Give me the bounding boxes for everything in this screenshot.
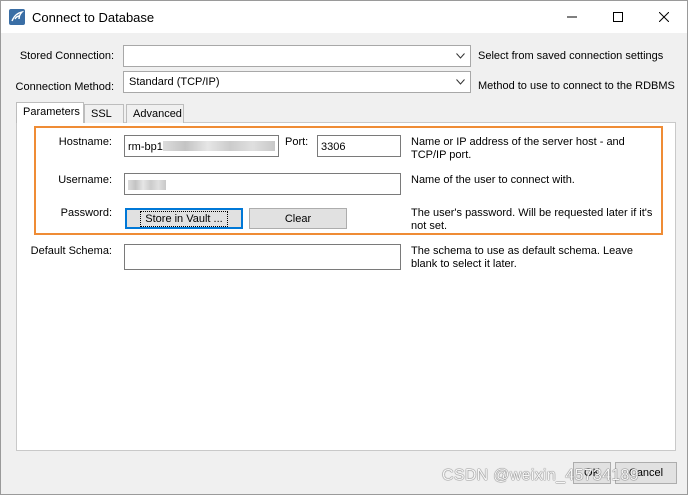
stored-connection-label: Stored Connection: [19,50,114,62]
redacted-text [163,141,275,151]
hostname-input[interactable]: rm-bp1 [124,135,279,157]
username-input[interactable] [124,173,401,195]
stored-connection-description: Select from saved connection settings [478,50,664,62]
title-bar: Connect to Database [1,1,687,33]
password-description: The user's password. Will be requested l… [411,207,653,232]
minimize-button[interactable] [549,1,595,33]
redacted-text [128,180,166,190]
port-label: Port: [285,136,309,148]
tab-advanced[interactable]: Advanced [126,104,184,123]
port-value: 3306 [321,141,346,153]
maximize-button[interactable] [595,1,641,33]
hostname-label: Hostname: [58,136,112,148]
tab-parameters[interactable]: Parameters [16,102,84,123]
default-schema-description: The schema to use as default schema. Lea… [411,245,633,270]
window-title: Connect to Database [32,10,155,25]
username-label: Username: [58,174,112,186]
connection-method-select[interactable]: Standard (TCP/IP) [123,71,471,93]
default-schema-input[interactable] [124,244,401,270]
workbench-dolphin-icon [9,9,25,25]
tab-ssl[interactable]: SSL [84,104,124,123]
minimize-icon [567,16,577,18]
password-label: Password: [60,207,112,219]
maximize-icon [613,12,623,22]
clear-button[interactable]: Clear [249,208,347,229]
connect-dialog: Connect to Database Stored Connection: S… [0,0,688,495]
close-icon [659,12,669,22]
store-in-vault-button[interactable]: Store in Vault ... [125,208,243,229]
chevron-down-icon [456,79,465,85]
watermark-text: CSDN @weixin_45734189 [442,467,639,484]
port-input[interactable]: 3306 [317,135,401,157]
connection-method-label: Connection Method: [15,81,114,93]
close-button[interactable] [641,1,687,33]
connection-method-description: Method to use to connect to the RDBMS [478,80,675,92]
chevron-down-icon [456,53,465,59]
connection-method-value: Standard (TCP/IP) [129,76,220,88]
username-description: Name of the user to connect with. [411,174,575,186]
hostname-value: rm-bp1 [128,141,163,153]
store-in-vault-label: Store in Vault ... [140,210,228,227]
stored-connection-select[interactable] [123,45,471,67]
default-schema-label: Default Schema: [30,245,112,257]
hostname-description: Name or IP address of the server host - … [411,136,625,161]
